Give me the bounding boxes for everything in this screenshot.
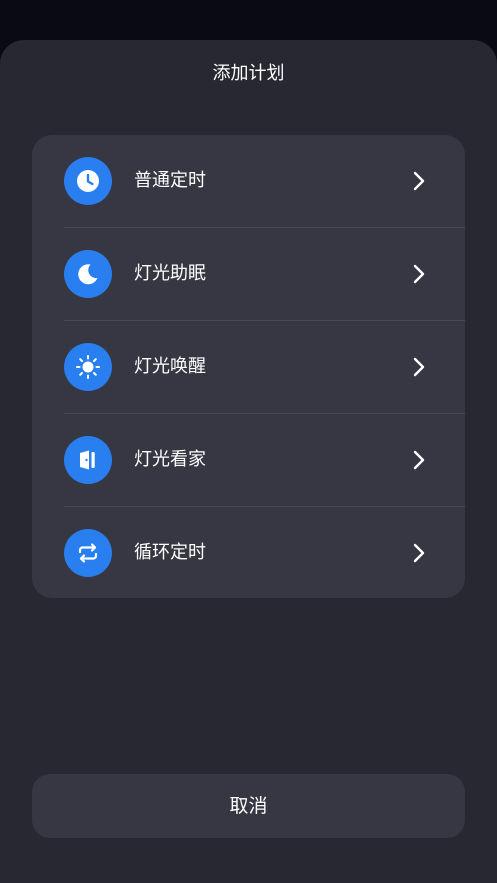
menu-item-home-guard-light[interactable]: 灯光看家 <box>32 414 465 506</box>
repeat-icon <box>64 529 112 577</box>
menu-item-label: 灯光助眠 <box>134 263 206 284</box>
sheet-title: 添加计划 <box>212 63 285 84</box>
menu-item-wake-light[interactable]: 灯光唤醒 <box>32 321 465 413</box>
cancel-button[interactable]: 取消 <box>32 774 465 838</box>
sun-icon <box>64 343 112 391</box>
menu-item-label: 普通定时 <box>134 170 206 191</box>
bottom-sheet: 添加计划 普通定时 灯光助眠 灯光唤醒 灯光看家 循环定时 取消 <box>0 40 497 883</box>
chevron-right-icon <box>413 357 425 377</box>
menu-item-label: 灯光看家 <box>134 449 206 470</box>
screen: 添加计划 普通定时 灯光助眠 灯光唤醒 灯光看家 循环定时 取消 <box>0 0 497 883</box>
clock-icon <box>64 157 112 205</box>
chevron-right-icon <box>413 171 425 191</box>
moon-icon <box>64 250 112 298</box>
door-icon <box>64 436 112 484</box>
menu-item-repeat-timer[interactable]: 循环定时 <box>32 507 465 598</box>
menu-item-normal-timer[interactable]: 普通定时 <box>32 135 465 227</box>
chevron-right-icon <box>413 543 425 563</box>
menu-item-sleep-light[interactable]: 灯光助眠 <box>32 228 465 320</box>
plan-type-list: 普通定时 灯光助眠 灯光唤醒 灯光看家 循环定时 <box>32 135 465 598</box>
chevron-right-icon <box>413 450 425 470</box>
menu-item-label: 灯光唤醒 <box>134 356 206 377</box>
menu-item-label: 循环定时 <box>134 542 206 563</box>
chevron-right-icon <box>413 264 425 284</box>
